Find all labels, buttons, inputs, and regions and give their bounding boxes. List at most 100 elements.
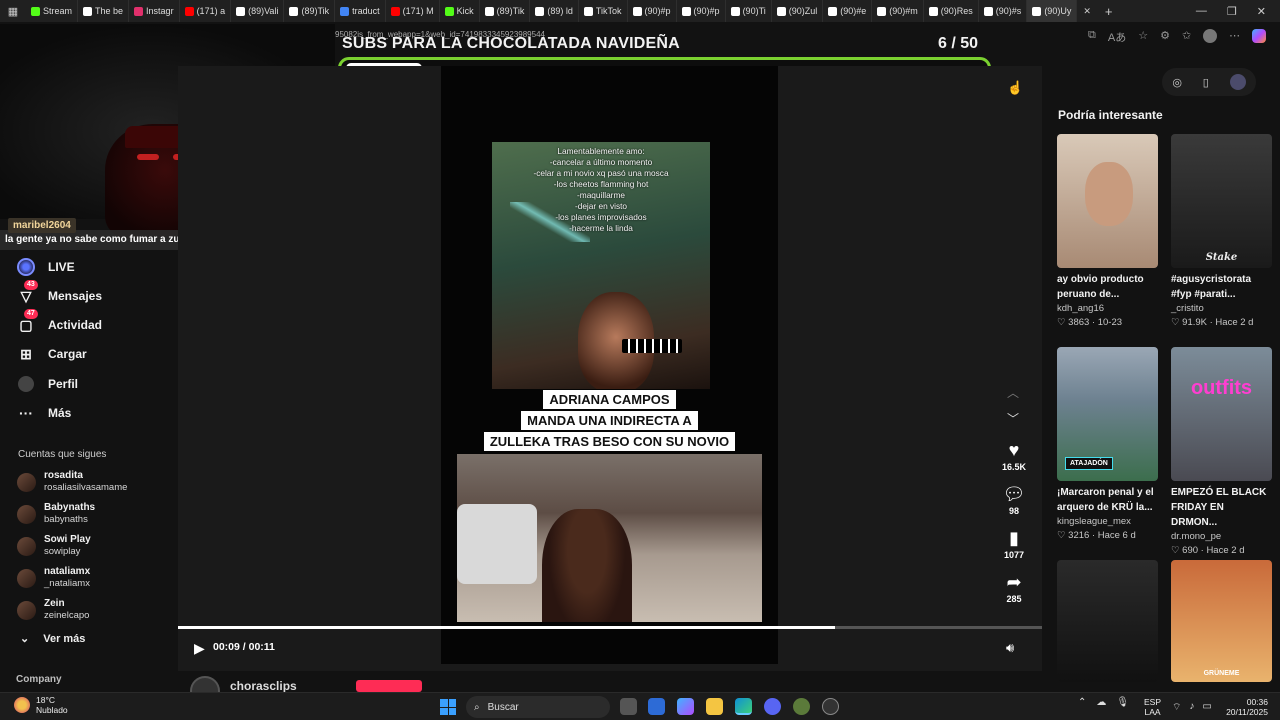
browser-tab[interactable]: (89)Tik <box>284 0 336 22</box>
browser-tab[interactable]: (171) a <box>180 0 232 22</box>
recommended-thumbnail <box>1057 560 1158 682</box>
language-indicator[interactable]: ESP LAA <box>1144 697 1161 717</box>
video-frame[interactable]: Lamentablemente amo: -cancelar a último m… <box>441 66 778 664</box>
browser-tab[interactable]: Instagr <box>129 0 180 22</box>
messages-badge: 43 <box>24 280 38 290</box>
microphone-icon[interactable]: 🎙︎ <box>1116 697 1129 708</box>
recommended-thumbnail: GRÜNEME <box>1171 560 1272 682</box>
recommended-card[interactable]: outfits EMPEZÓ EL BLACK FRIDAY EN DRMON.… <box>1171 347 1272 558</box>
task-view-icon[interactable] <box>620 698 637 715</box>
sidebar-item-messages[interactable]: ▽ 43 Mensajes <box>16 280 102 306</box>
avatar <box>17 472 36 492</box>
browser-toolbar: ⧉ Aあ ☆ ⚙ ✩ ⋯ <box>1088 29 1267 45</box>
next-video-icon[interactable]: ﹀ <box>1007 410 1019 427</box>
menu-dots-icon[interactable]: ⋯ <box>1229 29 1240 45</box>
browser-tab[interactable]: The be <box>78 0 130 22</box>
recommended-card[interactable]: ATAJADÓN ¡Marcaron penal y el arquero de… <box>1057 347 1158 543</box>
device-icon[interactable]: ▯ <box>1203 76 1209 89</box>
avatar[interactable] <box>1229 74 1246 90</box>
following-name: rosadita <box>44 470 83 481</box>
following-item[interactable]: Babynaths babynaths <box>17 502 95 526</box>
author-name[interactable]: chorasclips <box>230 679 297 693</box>
browser-tab[interactable]: (90)Zul <box>772 0 824 22</box>
company-link[interactable]: Company <box>16 674 62 685</box>
maximize-icon[interactable]: ❐ <box>1227 5 1237 18</box>
tab-favicon-icon <box>134 6 144 16</box>
browser-tab[interactable]: (90)#s <box>979 0 1028 22</box>
following-item[interactable]: Sowi Play sowiplay <box>17 534 91 558</box>
open-app-icon[interactable]: ⧉ <box>1088 29 1096 45</box>
quick-settings[interactable]: ⌔ ♪ ▭ <box>1172 701 1212 714</box>
comment-button[interactable]: 💬︎ 98 <box>996 484 1032 516</box>
play-icon[interactable]: ▶ <box>194 640 205 657</box>
browser-tab[interactable]: TikTok <box>579 0 628 22</box>
browser-tab[interactable]: Kick <box>440 0 480 22</box>
new-tab-button[interactable]: + <box>1097 4 1121 19</box>
browser-tab[interactable]: traduct <box>335 0 386 22</box>
close-window-icon[interactable]: ✕ <box>1257 5 1266 18</box>
browser-tab[interactable]: (89)Vali <box>231 0 285 22</box>
read-aloud-icon[interactable]: Aあ <box>1108 29 1126 45</box>
store-icon[interactable] <box>648 698 665 715</box>
app-icon[interactable] <box>793 698 810 715</box>
recommended-card[interactable]: Stake #agusycristorata #fyp #parati... _… <box>1171 134 1272 330</box>
chevron-up-icon[interactable]: ⌃ <box>1078 697 1086 708</box>
sidebar-item-activity[interactable]: ▢ 47 Actividad <box>16 309 102 335</box>
see-more-button[interactable]: ⌄ Ver más <box>20 632 85 646</box>
upload-icon: ⊞ <box>20 345 32 362</box>
browser-tab[interactable]: (90)Uy <box>1027 0 1078 22</box>
copilot-icon[interactable] <box>1252 29 1267 43</box>
volume-icon[interactable]: 🔊︎ <box>1006 640 1014 656</box>
clock[interactable]: 00:36 20/11/2025 <box>1222 697 1268 717</box>
share-button[interactable]: ➦ 285 <box>996 572 1032 604</box>
like-button[interactable]: ♥ 16.5K <box>996 440 1032 472</box>
edge-icon[interactable] <box>735 698 752 715</box>
taskbar-search[interactable]: ⌕ Buscar <box>466 696 610 718</box>
following-item[interactable]: rosadita rosaliasilvasamame <box>17 470 127 494</box>
previous-video-icon[interactable]: ︿ <box>1007 384 1019 401</box>
minimize-icon[interactable]: — <box>1196 5 1207 18</box>
follow-button[interactable] <box>356 680 422 692</box>
sidebar-item-more[interactable]: ··· Más <box>16 403 71 423</box>
recommended-card[interactable] <box>1057 560 1158 682</box>
compass-icon[interactable]: ◎ <box>1172 76 1182 89</box>
share-count: 285 <box>1006 594 1022 604</box>
browser-tab[interactable]: (90)Ti <box>726 0 772 22</box>
close-tab-icon[interactable]: ✕ <box>1077 6 1097 17</box>
chat-username: maribel2604 <box>8 218 76 233</box>
sidebar-item-profile[interactable]: Perfil <box>16 374 78 394</box>
sidebar-item-live[interactable]: LIVE <box>16 257 75 277</box>
bookmark-star-icon[interactable]: ☆ <box>1138 29 1148 45</box>
recommended-card[interactable]: GRÜNEME <box>1171 560 1272 682</box>
discord-icon[interactable] <box>764 698 781 715</box>
recommended-card[interactable]: ay obvio producto peruano de... kdh_ang1… <box>1057 134 1158 330</box>
video-player[interactable]: ☝ Lamentablemente amo: -cancelar a último… <box>178 66 1042 692</box>
heart-icon: ♥ <box>1008 440 1020 460</box>
copilot-taskbar-icon[interactable] <box>677 698 694 715</box>
browser-tab[interactable]: (90)#p <box>628 0 677 22</box>
following-item[interactable]: Zein zeinelcapo <box>17 598 89 622</box>
sidebar-item-upload[interactable]: ⊞ Cargar <box>16 344 87 364</box>
favorites-icon[interactable]: ✩ <box>1182 29 1191 45</box>
network-cloud-icon[interactable]: ☁ <box>1096 697 1106 708</box>
video-progress-bar[interactable] <box>178 626 1042 629</box>
weather-widget[interactable]: 18°C Nublado <box>14 695 68 715</box>
following-item[interactable]: nataliamx _nataliamx <box>17 566 90 590</box>
extensions-icon[interactable]: ⚙ <box>1160 29 1170 45</box>
windows-start-icon[interactable] <box>440 699 456 715</box>
browser-tab[interactable]: (89)Tik <box>480 0 531 22</box>
tab-actions-icon[interactable]: ▦ <box>0 5 26 18</box>
browser-tab[interactable]: Stream <box>26 0 79 22</box>
following-name: Sowi Play <box>44 534 91 545</box>
tab-favicon-icon <box>681 6 691 16</box>
obs-icon[interactable] <box>822 698 839 715</box>
browser-tab[interactable]: (89) ld <box>530 0 579 22</box>
save-button[interactable]: ▮ 1077 <box>996 528 1032 560</box>
browser-tab[interactable]: (171) M <box>386 0 440 22</box>
browser-tab[interactable]: (90)#e <box>823 0 873 22</box>
browser-tab[interactable]: (90)#p <box>677 0 726 22</box>
browser-tab[interactable]: (90)Res <box>924 0 979 22</box>
file-explorer-icon[interactable] <box>706 698 723 715</box>
profile-avatar-icon[interactable] <box>1203 29 1218 43</box>
browser-tab[interactable]: (90)#m <box>872 0 924 22</box>
